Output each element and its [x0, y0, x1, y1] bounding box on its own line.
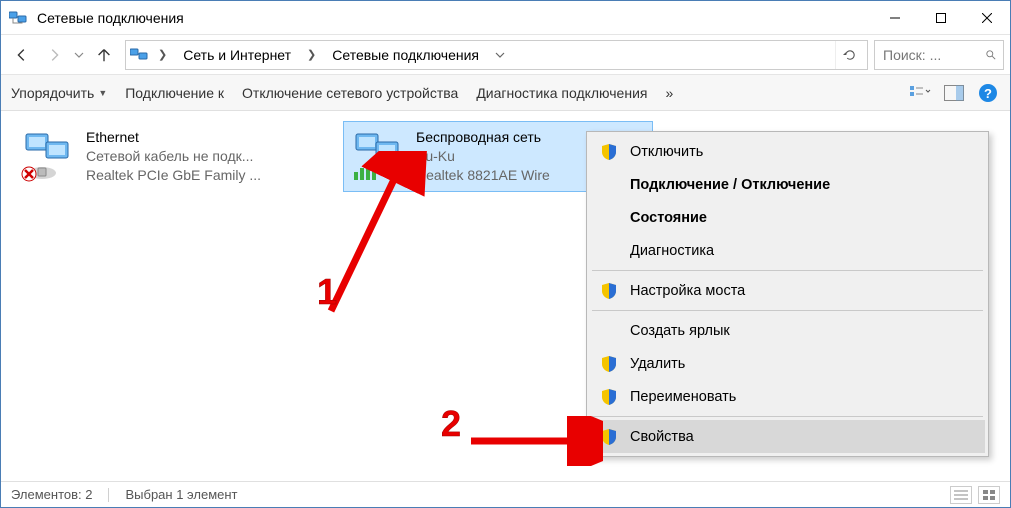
- location-icon: [130, 46, 148, 64]
- menu-separator: [592, 310, 983, 311]
- minimize-button[interactable]: [872, 2, 918, 34]
- menu-item-connect-disconnect[interactable]: Подключение / Отключение: [590, 168, 985, 201]
- window-controls: [872, 2, 1010, 34]
- chevron-right-icon: ❯: [303, 48, 320, 61]
- context-menu: Отключить Подключение / Отключение Состо…: [586, 131, 989, 457]
- forward-button[interactable]: [39, 40, 69, 70]
- menu-label: Подключение / Отключение: [630, 177, 830, 193]
- menu-item-rename[interactable]: Переименовать: [590, 380, 985, 413]
- view-options-button[interactable]: [908, 81, 932, 105]
- details-view-button[interactable]: [950, 486, 972, 504]
- shield-icon: [600, 355, 618, 373]
- shield-icon: [600, 143, 618, 161]
- search-box[interactable]: [874, 40, 1004, 70]
- connection-device: Realtek 8821AE Wire: [416, 166, 550, 185]
- menu-item-disable[interactable]: Отключить: [590, 135, 985, 168]
- large-icons-view-button[interactable]: [978, 486, 1000, 504]
- back-button[interactable]: [7, 40, 37, 70]
- connection-name: Ethernet: [86, 128, 261, 147]
- close-button[interactable]: [964, 2, 1010, 34]
- menu-label: Создать ярлык: [630, 323, 730, 339]
- up-button[interactable]: [89, 40, 119, 70]
- menu-label: Отключить: [630, 144, 703, 160]
- content-area: Ethernet Сетевой кабель не подк... Realt…: [1, 111, 1010, 483]
- status-item-count: Элементов: 2: [11, 487, 92, 502]
- menu-item-diagnostics[interactable]: Диагностика: [590, 234, 985, 267]
- menu-label: Переименовать: [630, 389, 736, 405]
- connection-device: Realtek PCIe GbE Family ...: [86, 166, 261, 185]
- overflow-button[interactable]: »: [665, 85, 673, 101]
- svg-text:?: ?: [984, 86, 992, 101]
- chevron-right-icon: ❯: [154, 48, 171, 61]
- menu-separator: [592, 416, 983, 417]
- overflow-label: »: [665, 85, 673, 101]
- nav-bar: ❯ Сеть и Интернет ❯ Сетевые подключения: [1, 35, 1010, 75]
- command-bar: Упорядочить ▼ Подключение к Отключение с…: [1, 75, 1010, 111]
- menu-item-create-shortcut[interactable]: Создать ярлык: [590, 314, 985, 347]
- title-bar: Сетевые подключения: [1, 1, 1010, 35]
- disable-device-label: Отключение сетевого устройства: [242, 85, 458, 101]
- status-separator: [108, 488, 109, 502]
- ethernet-disconnected-icon: [20, 128, 76, 184]
- connection-item-ethernet[interactable]: Ethernet Сетевой кабель не подк... Realt…: [13, 121, 323, 192]
- recent-locations-button[interactable]: [71, 40, 87, 70]
- menu-item-bridge[interactable]: Настройка моста: [590, 274, 985, 307]
- diagnose-button[interactable]: Диагностика подключения: [476, 85, 647, 101]
- help-button[interactable]: ?: [976, 81, 1000, 105]
- address-dropdown-button[interactable]: [491, 50, 509, 60]
- organize-button[interactable]: Упорядочить ▼: [11, 85, 107, 101]
- breadcrumb-item-network-internet[interactable]: Сеть и Интернет: [177, 41, 297, 69]
- connection-name: Беспроводная сеть: [416, 128, 550, 147]
- menu-item-status[interactable]: Состояние: [590, 201, 985, 234]
- maximize-button[interactable]: [918, 2, 964, 34]
- menu-item-properties[interactable]: Свойства: [590, 420, 985, 453]
- wifi-connected-icon: [350, 128, 406, 184]
- refresh-button[interactable]: [835, 41, 863, 69]
- diagnose-label: Диагностика подключения: [476, 85, 647, 101]
- menu-label: Свойства: [630, 429, 694, 445]
- annotation-number-2: 2: [441, 403, 461, 445]
- menu-item-delete[interactable]: Удалить: [590, 347, 985, 380]
- window-title: Сетевые подключения: [37, 10, 872, 26]
- breadcrumb-item-network-connections[interactable]: Сетевые подключения: [326, 41, 485, 69]
- menu-separator: [592, 270, 983, 271]
- shield-icon: [600, 388, 618, 406]
- search-input[interactable]: [881, 46, 981, 64]
- status-selection: Выбран 1 элемент: [125, 487, 237, 502]
- connect-to-label: Подключение к: [125, 85, 224, 101]
- app-icon: [9, 9, 27, 27]
- annotation-number-1: 1: [317, 271, 337, 313]
- connection-status: Сетевой кабель не подк...: [86, 147, 261, 166]
- organize-label: Упорядочить: [11, 85, 94, 101]
- address-bar[interactable]: ❯ Сеть и Интернет ❯ Сетевые подключения: [125, 40, 868, 70]
- shield-icon: [600, 282, 618, 300]
- menu-label: Состояние: [630, 210, 707, 226]
- menu-label: Настройка моста: [630, 283, 745, 299]
- search-icon: [985, 48, 997, 62]
- disable-device-button[interactable]: Отключение сетевого устройства: [242, 85, 458, 101]
- connect-to-button[interactable]: Подключение к: [125, 85, 224, 101]
- menu-label: Удалить: [630, 356, 685, 372]
- connection-status: Ku-Ku: [416, 147, 550, 166]
- chevron-down-icon: ▼: [98, 88, 107, 98]
- shield-icon: [600, 428, 618, 446]
- annotation-arrow-2: [463, 416, 603, 466]
- preview-pane-button[interactable]: [942, 81, 966, 105]
- status-bar: Элементов: 2 Выбран 1 элемент: [1, 481, 1010, 507]
- menu-label: Диагностика: [630, 243, 714, 259]
